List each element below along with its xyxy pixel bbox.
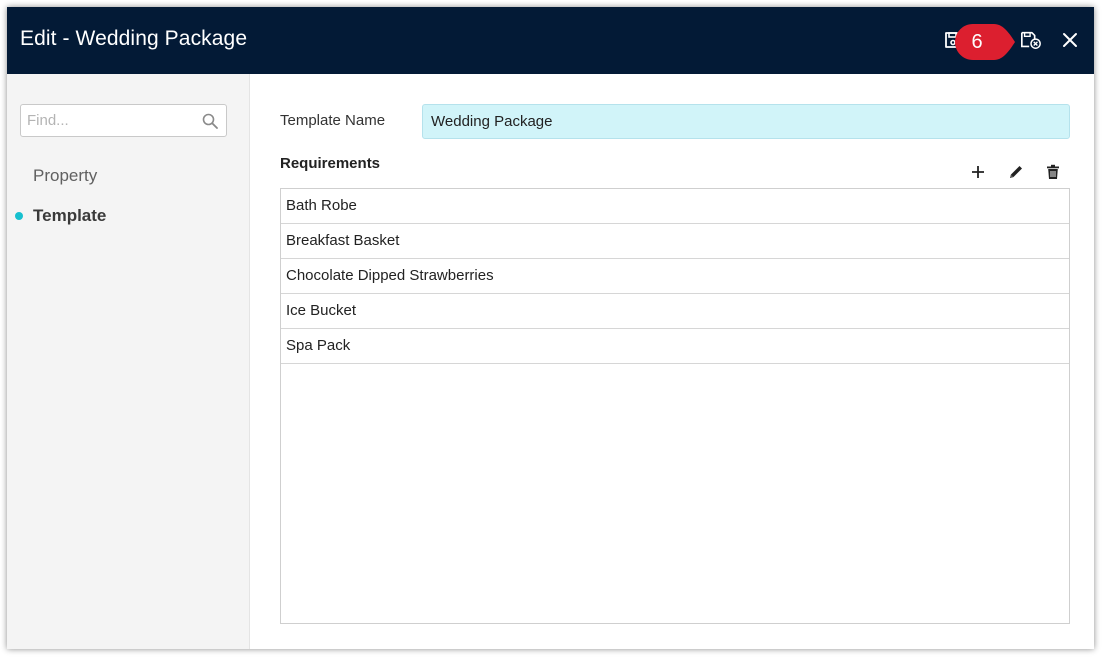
template-name-input[interactable] bbox=[422, 104, 1070, 139]
edit-icon bbox=[1010, 166, 1022, 178]
close-button[interactable] bbox=[1059, 29, 1081, 51]
sidebar: Property Template bbox=[7, 74, 250, 649]
add-icon bbox=[972, 166, 984, 178]
main-content: Template Name Requirements Bath Robe bbox=[250, 74, 1094, 649]
step-marker: 6 bbox=[954, 23, 1016, 61]
template-name-label: Template Name bbox=[280, 112, 386, 129]
dialog-header: Edit - Wedding Package 6 bbox=[7, 7, 1094, 74]
list-item[interactable]: Chocolate Dipped Strawberries bbox=[281, 259, 1069, 294]
list-item[interactable]: Ice Bucket bbox=[281, 294, 1069, 329]
find-search-box bbox=[20, 104, 227, 137]
sidebar-item-template[interactable]: Template bbox=[33, 206, 106, 226]
step-number: 6 bbox=[971, 30, 983, 53]
close-icon bbox=[1063, 33, 1077, 47]
requirements-list: Bath Robe Breakfast Basket Chocolate Dip… bbox=[280, 188, 1070, 624]
sidebar-item-property[interactable]: Property bbox=[33, 166, 97, 186]
delete-requirement-button[interactable] bbox=[1043, 162, 1063, 182]
save-and-close-icon bbox=[1021, 31, 1041, 49]
edit-dialog: Edit - Wedding Package 6 Find... Propert… bbox=[7, 7, 1094, 649]
active-indicator-dot bbox=[15, 212, 23, 220]
edit-requirement-button[interactable] bbox=[1006, 162, 1026, 182]
list-item[interactable]: Bath Robe bbox=[281, 189, 1069, 224]
requirements-heading: Requirements bbox=[280, 155, 381, 172]
dialog-title: Edit - Wedding Package bbox=[20, 27, 248, 50]
find-input[interactable] bbox=[27, 105, 197, 136]
list-item[interactable]: Spa Pack bbox=[281, 329, 1069, 364]
save-and-close-button[interactable] bbox=[1020, 29, 1042, 51]
search-icon[interactable] bbox=[202, 113, 218, 129]
add-requirement-button[interactable] bbox=[968, 162, 988, 182]
list-item[interactable]: Breakfast Basket bbox=[281, 224, 1069, 259]
delete-icon bbox=[1047, 164, 1059, 179]
